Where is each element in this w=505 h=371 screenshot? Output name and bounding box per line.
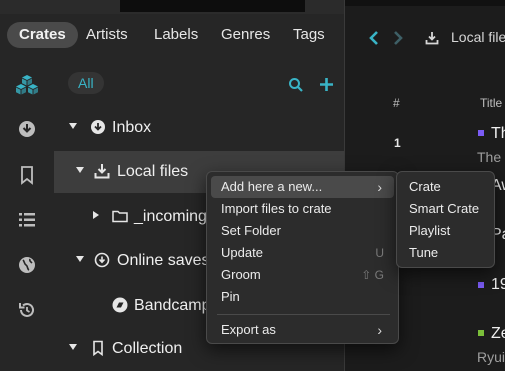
submenu-item-tune[interactable]: Tune	[401, 242, 490, 264]
column-header-number[interactable]: #	[393, 96, 400, 110]
tab-labels[interactable]: Labels	[154, 22, 198, 48]
crates-icon[interactable]	[15, 74, 39, 96]
menu-separator	[217, 314, 390, 315]
menu-item-groom[interactable]: Groom ⇧ G	[211, 264, 394, 286]
track-number: 1	[394, 136, 401, 150]
chevron-right-icon: ›	[377, 322, 382, 338]
import-icon	[94, 164, 110, 179]
back-icon[interactable]	[367, 30, 381, 46]
caret-down-icon[interactable]	[75, 165, 85, 175]
menu-item-pin[interactable]: Pin	[211, 286, 394, 308]
menu-item-add-here-new[interactable]: Add here a new... ›	[211, 176, 394, 198]
tab-genres[interactable]: Genres	[221, 22, 270, 48]
menu-item-import-files[interactable]: Import files to crate	[211, 198, 394, 220]
caret-down-icon[interactable]	[68, 342, 78, 352]
tree-label: Inbox	[112, 119, 152, 136]
submenu-item-playlist[interactable]: Playlist	[401, 220, 490, 242]
add-icon[interactable]	[319, 77, 334, 92]
column-header-title[interactable]: Title	[480, 96, 502, 110]
breadcrumb: Local files	[451, 29, 505, 45]
filter-all-pill[interactable]: All	[68, 72, 104, 94]
caret-down-icon[interactable]	[75, 254, 85, 264]
tree-label: _incoming	[134, 208, 207, 225]
menu-item-label: Import files to crate	[221, 201, 332, 216]
shortcut-label: U	[375, 246, 384, 260]
menu-item-export-as[interactable]: Export as ›	[211, 319, 394, 341]
history-icon[interactable]	[17, 300, 37, 320]
caret-right-icon[interactable]	[91, 210, 101, 220]
tab-artists[interactable]: Artists	[86, 22, 128, 48]
menu-item-set-folder[interactable]: Set Folder	[211, 220, 394, 242]
tree-label: Collection	[112, 340, 183, 357]
track-artist: The	[477, 149, 502, 165]
tree-label: Local files	[117, 163, 189, 180]
bandcamp-icon	[112, 297, 128, 313]
menu-item-label: Set Folder	[221, 223, 281, 238]
menu-item-label: Update	[221, 245, 263, 260]
shortcut-label: ⇧ G	[361, 268, 384, 282]
track-title[interactable]: Th	[491, 125, 505, 143]
track-color-tag	[478, 130, 484, 136]
tree-item-inbox[interactable]: Inbox	[54, 107, 344, 149]
track-title[interactable]: 19	[491, 276, 505, 294]
chevron-right-icon: ›	[377, 179, 382, 195]
bookmark-icon[interactable]	[17, 165, 37, 185]
download-icon	[91, 120, 105, 134]
globe-icon[interactable]	[17, 255, 37, 275]
context-menu: Add here a new... › Import files to crat…	[206, 171, 399, 344]
tab-crates[interactable]: Crates	[7, 22, 78, 48]
list-icon[interactable]	[17, 210, 37, 230]
menu-item-label: Add here a new...	[221, 179, 323, 194]
menu-item-update[interactable]: Update U	[211, 242, 394, 264]
album-art-strip	[120, 0, 305, 12]
tab-tags[interactable]: Tags	[293, 22, 325, 48]
track-color-tag	[478, 330, 484, 336]
menu-item-label: Export as	[221, 322, 276, 337]
submenu-add-new: Crate Smart Crate Playlist Tune	[396, 171, 495, 268]
submenu-item-crate[interactable]: Crate	[401, 176, 490, 198]
folder-icon	[112, 210, 128, 223]
search-icon[interactable]	[288, 77, 304, 93]
album-art-strip-right	[345, 0, 505, 6]
menu-item-label: Groom	[221, 267, 261, 282]
tree-label: Online saves	[117, 252, 210, 269]
track-title[interactable]: Ze	[491, 325, 505, 343]
forward-icon[interactable]	[391, 30, 405, 46]
bookmark-icon	[93, 340, 103, 356]
track-artist: Ryui	[477, 349, 505, 365]
import-icon	[425, 32, 439, 45]
tree-label: Bandcamp	[134, 297, 211, 314]
caret-down-icon[interactable]	[68, 121, 78, 131]
track-color-tag	[478, 282, 484, 288]
download-icon[interactable]	[17, 119, 37, 139]
download-circle-icon	[94, 252, 110, 268]
submenu-item-smart-crate[interactable]: Smart Crate	[401, 198, 490, 220]
menu-item-label: Pin	[221, 289, 240, 304]
